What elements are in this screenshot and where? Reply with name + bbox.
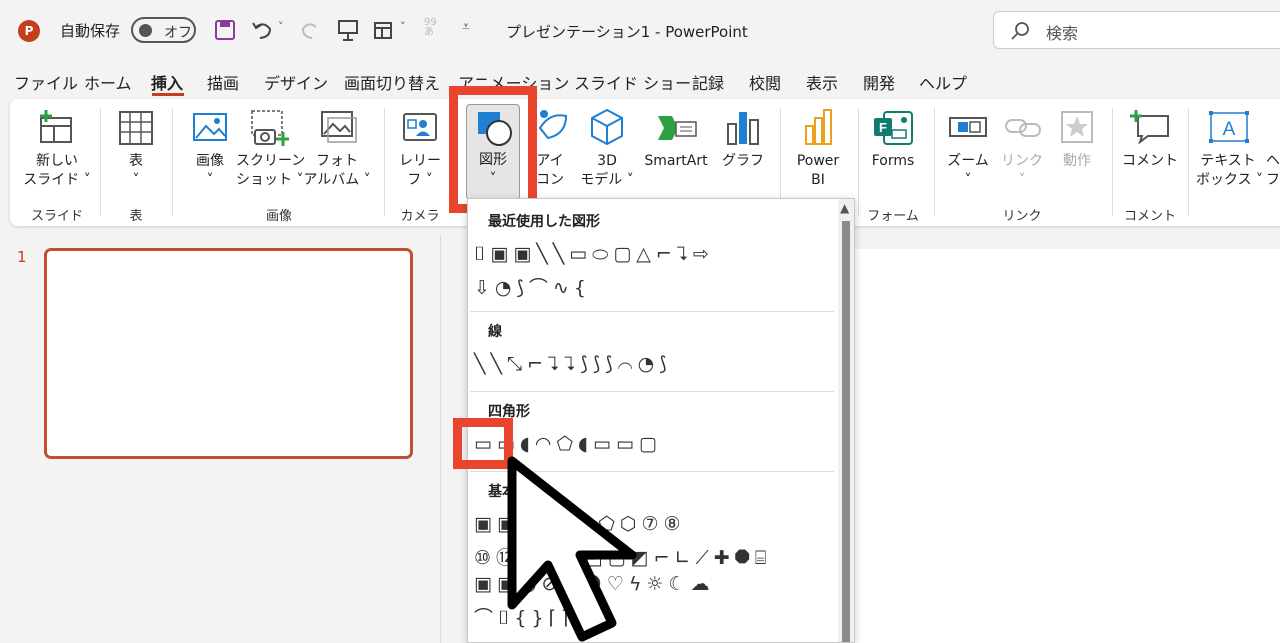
slide-number: 1 [17, 248, 27, 266]
scroll-up-icon[interactable]: ▲ [840, 201, 849, 215]
tab-draw[interactable]: 描画 [207, 70, 239, 94]
power-bi-icon [805, 109, 832, 145]
icons-icon [538, 110, 568, 140]
textbox-icon: A [1209, 111, 1249, 143]
tab-review[interactable]: 校閲 [749, 70, 781, 94]
image-icon [193, 113, 227, 141]
mouse-pointer-icon [507, 456, 637, 642]
ribbon-separator [1112, 108, 1113, 216]
slide-thumbnail[interactable] [44, 248, 413, 459]
customize-qa-icon[interactable]: ⩡ [462, 19, 470, 35]
chart-icon [727, 112, 759, 145]
link-icon [1005, 119, 1041, 137]
autosave-label: 自動保存 [60, 22, 121, 40]
new-slide-qa-icon[interactable] [372, 18, 396, 42]
comment-icon [1130, 110, 1169, 144]
gallery-scrollbar[interactable]: ▲ [838, 199, 854, 642]
autosave-toggle[interactable]: オフ [131, 17, 196, 43]
section-lines: 線 [488, 324, 502, 340]
tab-developer[interactable]: 開発 [863, 70, 895, 94]
undo-icon[interactable] [250, 19, 274, 41]
header-footer-button[interactable]: ヘフ [1266, 152, 1280, 190]
screenshot-button[interactable]: スクリーン ショット ˅ [236, 152, 305, 190]
cameo-button[interactable]: レリーフ ˅ [396, 152, 444, 190]
section-divider [470, 391, 834, 392]
smartart-button[interactable]: SmartArt [638, 152, 714, 171]
autosave-state: オフ [164, 25, 192, 41]
ribbon-separator [384, 108, 385, 216]
group-camera-label: カメラ [400, 209, 440, 224]
action-icon [1061, 111, 1093, 143]
toggle-knob [139, 24, 152, 37]
tab-slideshow[interactable]: スライド ショー [574, 70, 691, 94]
tab-home[interactable]: ホーム [84, 70, 132, 94]
group-comment-label: コメント [1123, 209, 1176, 224]
table-button[interactable]: 表 ˅ [112, 152, 160, 190]
svg-text:F: F [879, 120, 887, 135]
spelling-icon: 99 あ [424, 17, 437, 38]
screenshot-icon [251, 110, 289, 146]
new-comment-button[interactable]: コメント [1120, 152, 1180, 171]
table-icon [119, 111, 153, 145]
group-slide-label: スライド [30, 209, 83, 224]
tab-record[interactable]: 記録 [692, 70, 724, 94]
tab-file[interactable]: ファイル [14, 70, 78, 94]
powerpoint-logo-icon: P [18, 20, 40, 42]
tab-transitions[interactable]: 画面切り替え [344, 70, 440, 94]
group-form-label: フォーム [867, 209, 919, 224]
tab-insert[interactable]: 挿入 [151, 70, 183, 94]
ribbon-separator [858, 108, 859, 216]
tab-help[interactable]: ヘルプ [919, 70, 967, 94]
image-button[interactable]: 画像 ˅ [186, 152, 234, 190]
smartart-icon [658, 116, 697, 140]
section-divider [470, 311, 834, 312]
lines-row[interactable]: ╲╲⤡⌐⮧⮧⟆⟆⟆⌒◔⟆ [474, 353, 672, 375]
forms-icon: F [874, 111, 913, 145]
3d-model-button[interactable]: 3D モデル ˅ [576, 152, 638, 190]
tab-design[interactable]: デザイン [264, 70, 328, 94]
scrollbar-thumb[interactable] [842, 221, 850, 642]
slide-canvas[interactable] [850, 249, 1280, 643]
ribbon-separator [934, 108, 935, 216]
search-icon [1011, 22, 1029, 40]
photo-album-button[interactable]: フォト アルバム ˅ [300, 152, 374, 190]
photo-album-icon [321, 111, 357, 143]
3d-model-icon [591, 108, 623, 146]
chart-button[interactable]: グラフ [718, 152, 768, 171]
save-icon[interactable] [214, 19, 236, 41]
group-image-label: 画像 [265, 209, 292, 224]
search-placeholder: 検索 [1046, 24, 1079, 43]
power-bi-button[interactable]: Power BI [790, 152, 846, 190]
pane-divider [440, 235, 441, 643]
active-tab-underline [152, 93, 184, 96]
document-title: プレゼンテーション1 - PowerPoint [506, 23, 748, 41]
ribbon-separator [100, 108, 101, 216]
action-button: 動作 [1063, 153, 1091, 169]
zoom-button[interactable]: ズーム ˅ [942, 152, 994, 190]
zoom-icon [949, 117, 987, 137]
section-recent-shapes: 最近使用した図形 [488, 214, 600, 230]
new-slide-icon [40, 110, 72, 143]
icons-button[interactable]: アイ コン [532, 152, 568, 190]
link-button: リンク ˅ [1001, 153, 1043, 188]
forms-button[interactable]: Forms [864, 152, 922, 171]
ribbon-separator [172, 108, 173, 216]
group-link-label: リンク [1002, 209, 1042, 224]
shapes-button-highlight [449, 86, 537, 213]
new-slide-button[interactable]: 新しい スライド ˅ [22, 152, 92, 190]
recent-shapes-row-2[interactable]: ⇩◔⟆⌒∿{ [474, 273, 591, 300]
recent-shapes-row-1[interactable]: ⌷▣▣╲╲▭⬭▢△⌐⮧⇨ [474, 243, 714, 265]
group-table-label: 表 [129, 209, 143, 224]
textbox-button[interactable]: テキスト ボックス ˅ [1196, 152, 1263, 190]
redo-icon [301, 23, 317, 39]
ribbon-separator [1188, 108, 1189, 216]
undo-dropdown-icon[interactable]: ˅ [278, 20, 284, 33]
new-slide-qa-dropdown-icon[interactable]: ˅ [400, 20, 406, 33]
present-from-beginning-icon[interactable] [336, 18, 360, 42]
tab-view[interactable]: 表示 [806, 70, 838, 94]
search-box[interactable]: 検索 [993, 11, 1280, 49]
cameo-icon [403, 113, 437, 141]
svg-text:A: A [1223, 119, 1236, 140]
